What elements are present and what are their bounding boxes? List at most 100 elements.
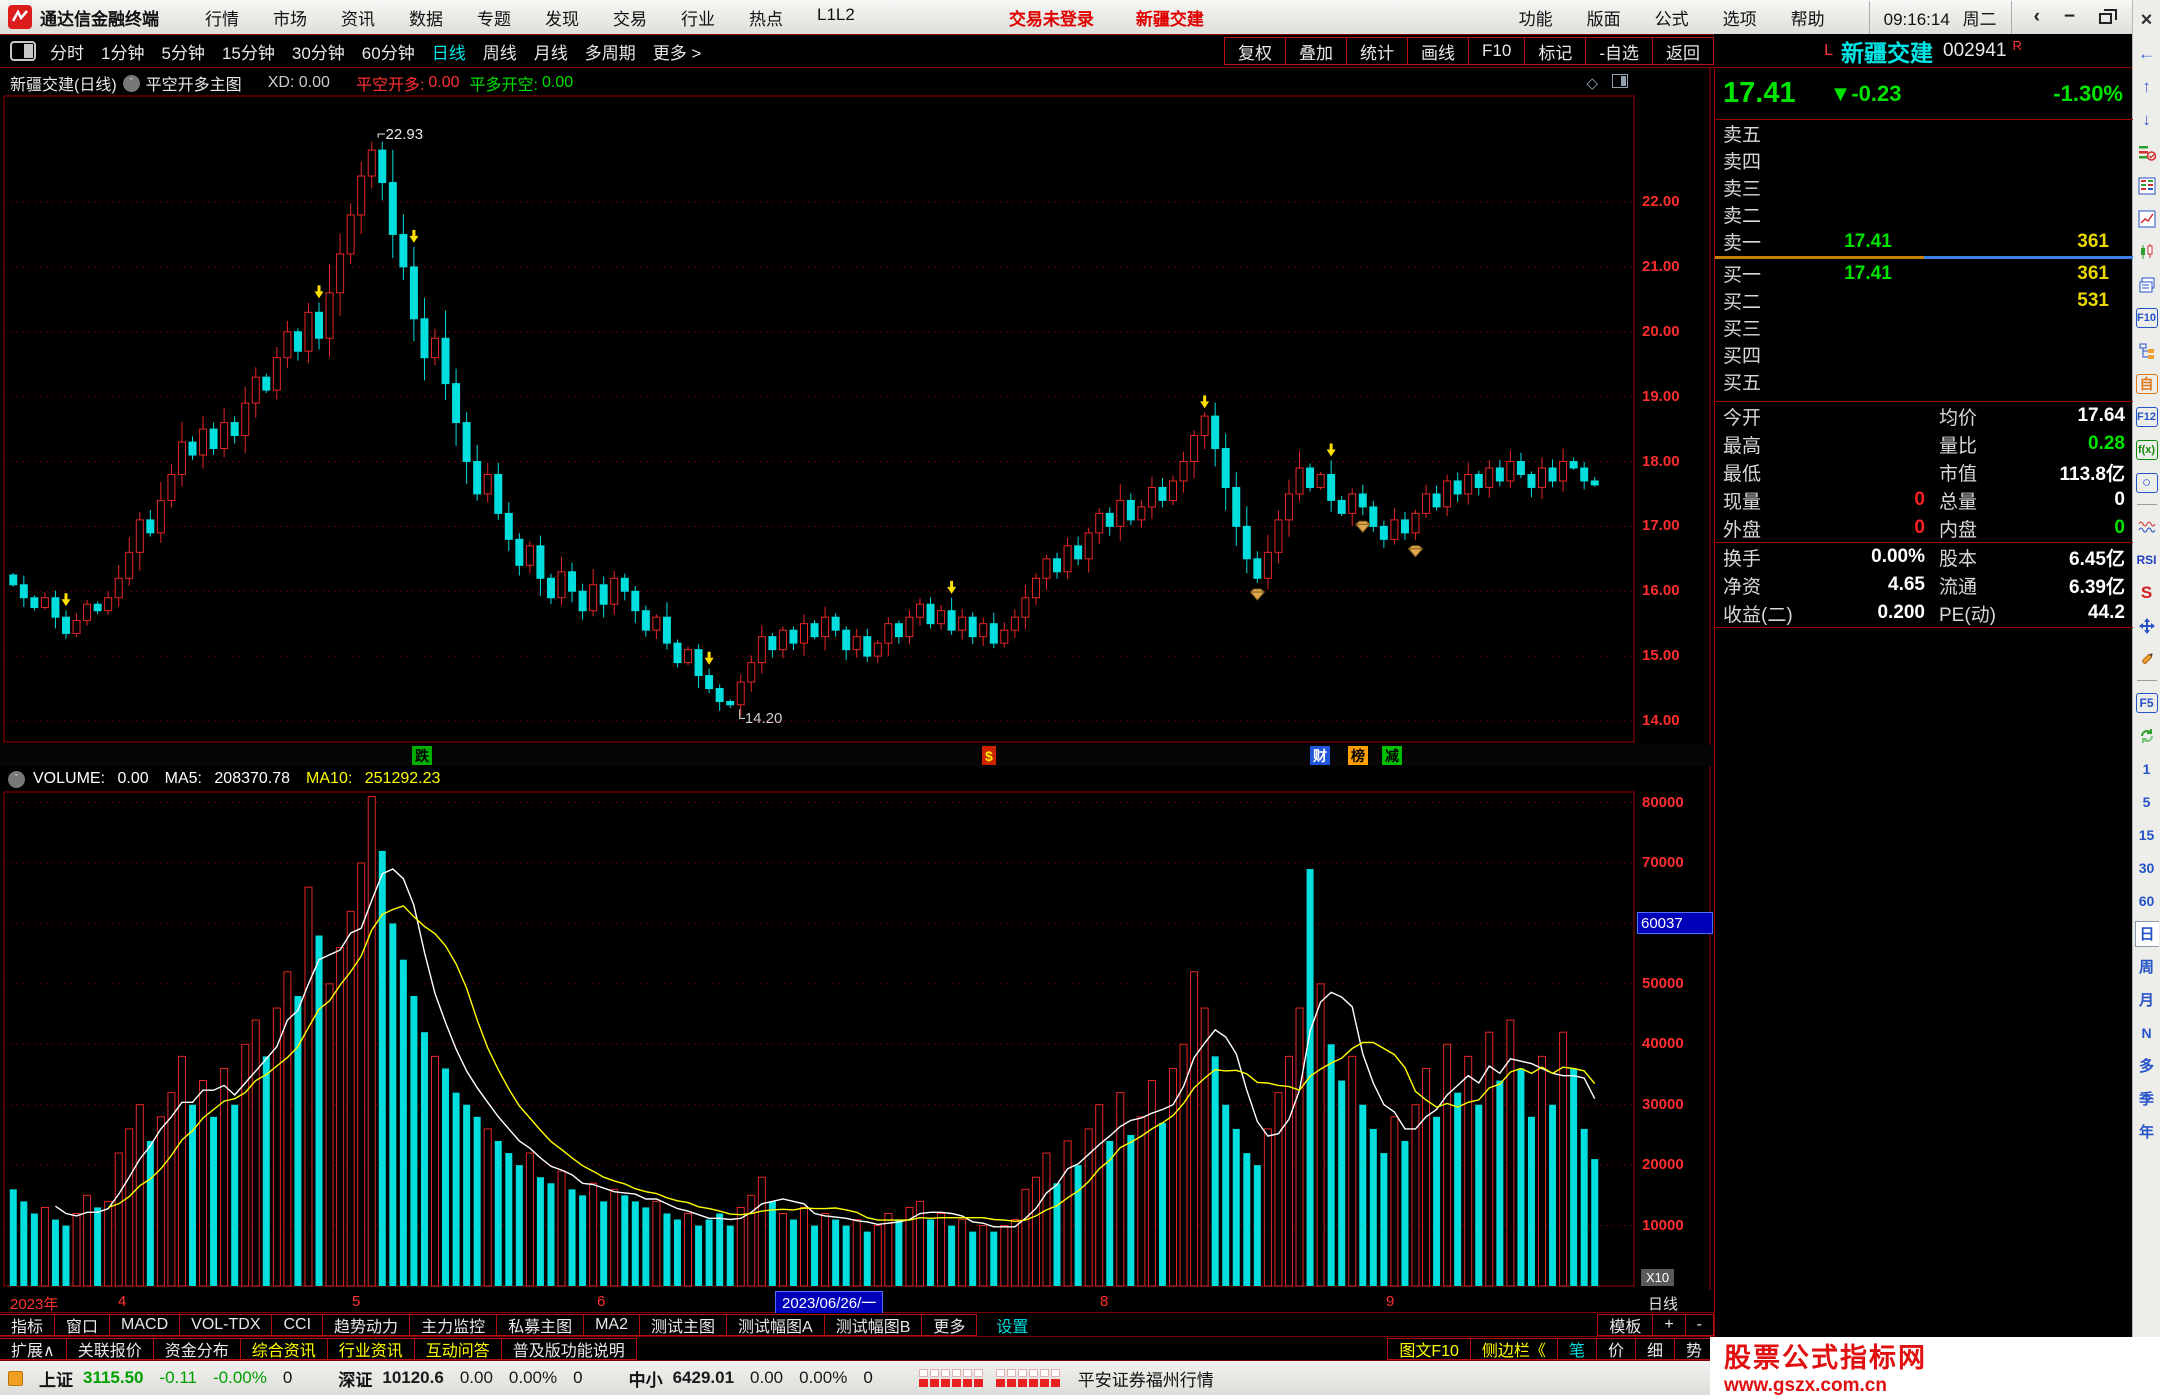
indicator-tab-5[interactable]: 趋势动力	[322, 1313, 411, 1336]
toolbar-button-2[interactable]: 统计	[1346, 37, 1409, 65]
info-right-tab-1[interactable]: 侧边栏《	[1469, 1337, 1558, 1360]
menu-item-2[interactable]: 资讯	[341, 5, 375, 30]
indicator-tab-11[interactable]: 测试幅图B	[823, 1313, 923, 1336]
menu-item-3[interactable]: 数据	[409, 5, 443, 30]
indicator-tab-9[interactable]: 测试主图	[639, 1313, 728, 1336]
toolbar-button-5[interactable]: 标记	[1524, 37, 1587, 65]
info-right-tab-5[interactable]: 势	[1673, 1337, 1714, 1360]
menu-item-1[interactable]: 市场	[273, 5, 307, 30]
scroll-down-icon[interactable]: ↓	[2135, 103, 2159, 136]
scroll-up-icon[interactable]: ↑	[2135, 70, 2159, 103]
period-5-icon[interactable]: 5	[2135, 785, 2159, 818]
kline-icon[interactable]	[2135, 235, 2159, 268]
menu-right-item-4[interactable]: 帮助	[1791, 5, 1825, 30]
info-right-tab-2[interactable]: 笔	[1556, 1337, 1597, 1360]
menu-item-4[interactable]: 专题	[477, 5, 511, 30]
indicator-tab-8[interactable]: MA2	[583, 1313, 640, 1336]
toolbar-button-3[interactable]: 画线	[1407, 37, 1470, 65]
candlestick-chart[interactable]	[0, 68, 1714, 745]
period-tab-4[interactable]: 30分钟	[292, 39, 345, 64]
period-multi-icon[interactable]: 多	[2135, 1049, 2159, 1082]
layout-split-icon[interactable]	[10, 41, 36, 61]
zoom-out-tab[interactable]: -	[1684, 1313, 1714, 1336]
period-tab-3[interactable]: 15分钟	[222, 39, 275, 64]
period-tab-5[interactable]: 60分钟	[362, 39, 415, 64]
menu-item-0[interactable]: 行情	[205, 5, 239, 30]
period-tab-8[interactable]: 月线	[534, 39, 568, 64]
tag-chip-跌[interactable]: 跌	[412, 746, 432, 765]
index-2[interactable]: 中小 6429.01 0.00 0.00% 0	[629, 1366, 889, 1391]
period-30-icon[interactable]: 30	[2135, 851, 2159, 884]
period-tab-7[interactable]: 周线	[483, 39, 517, 64]
indicator-tab-1[interactable]: 窗口	[54, 1313, 111, 1336]
indicator-tab-0[interactable]: 指标	[0, 1313, 56, 1336]
menu-right-item-0[interactable]: 功能	[1519, 5, 1553, 30]
date-label[interactable]: 2023/06/26/一	[775, 1291, 884, 1314]
fx-icon[interactable]: f(x)	[2135, 433, 2159, 466]
tag-chip-减[interactable]: 减	[1382, 746, 1402, 765]
restore-icon[interactable]	[2099, 8, 2117, 24]
f12-icon[interactable]: F12	[2135, 400, 2159, 433]
period-tab-0[interactable]: 分时	[50, 39, 84, 64]
menu-item-8[interactable]: 热点	[749, 5, 783, 30]
tag-chip-财[interactable]: 财	[1310, 746, 1330, 765]
period-n-icon[interactable]: N	[2135, 1016, 2159, 1049]
settings-tab[interactable]: 设置	[985, 1313, 1039, 1337]
stock-shortcut[interactable]: 新疆交建	[1136, 5, 1204, 30]
f5-icon[interactable]: F5	[2135, 686, 2159, 719]
info-right-tab-3[interactable]: 价	[1595, 1337, 1636, 1360]
refresh-icon[interactable]	[2135, 719, 2159, 752]
toolbar-button-6[interactable]: -自选	[1585, 37, 1653, 65]
date-axis[interactable]: 日线 2023年 4 5 6 2023/06/26/一 8 9	[0, 1290, 1714, 1314]
menu-right-item-3[interactable]: 选项	[1723, 5, 1757, 30]
quote-table-icon[interactable]	[2135, 169, 2159, 202]
period-tab-10[interactable]: 更多 >	[653, 39, 702, 64]
diamond-icon[interactable]: ◇	[1586, 74, 1598, 92]
indicator-tab-12[interactable]: 更多	[921, 1313, 978, 1336]
volume-dropdown-icon[interactable]: ˇ	[8, 770, 25, 788]
indicator-dropdown-icon[interactable]: ˇ	[122, 74, 140, 92]
period-tab-2[interactable]: 5分钟	[161, 39, 204, 64]
template-tab[interactable]: 模板	[1597, 1313, 1654, 1336]
zixuan-icon[interactable]: 自	[2135, 367, 2159, 400]
volume-pane[interactable]: ˇ VOLUME: 0.00 MA5: 208370.78 MA10: 2512…	[0, 766, 1714, 1290]
toolbar-button-4[interactable]: F10	[1468, 37, 1526, 65]
index-0[interactable]: 上证 3115.50 -0.11 -0.00% 0	[8, 1366, 308, 1391]
move-icon[interactable]	[2135, 609, 2159, 642]
volume-chart[interactable]	[0, 766, 1714, 1290]
tag-chip-$[interactable]: $	[982, 746, 996, 765]
toolbar-button-0[interactable]: 复权	[1224, 37, 1287, 65]
tree-icon[interactable]	[2135, 334, 2159, 367]
menu-item-7[interactable]: 行业	[681, 5, 715, 30]
zoom-in-tab[interactable]: +	[1652, 1313, 1686, 1336]
waves-icon[interactable]	[2135, 510, 2159, 543]
period-60-icon[interactable]: 60	[2135, 884, 2159, 917]
back-icon[interactable]: ←	[2135, 37, 2159, 70]
indicator-tab-4[interactable]: CCI	[271, 1313, 324, 1336]
indicator-tab-6[interactable]: 主力监控	[409, 1313, 498, 1336]
info-tab-1[interactable]: 关联报价	[65, 1337, 154, 1360]
info-right-tab-0[interactable]: 图文F10	[1387, 1337, 1471, 1360]
news-icon[interactable]	[2135, 268, 2159, 301]
minimize-icon[interactable]: −	[2052, 6, 2087, 28]
period-tab-1[interactable]: 1分钟	[101, 39, 144, 64]
period-tab-9[interactable]: 多周期	[585, 39, 636, 64]
tag-chip-榜[interactable]: 榜	[1348, 746, 1368, 765]
period-season-icon[interactable]: 季	[2135, 1082, 2159, 1115]
pane-split-icon[interactable]	[1612, 74, 1628, 88]
info-tab-4[interactable]: 行业资讯	[326, 1337, 415, 1360]
info-tab-5[interactable]: 互动问答	[413, 1337, 502, 1360]
trend-chart-icon[interactable]	[2135, 202, 2159, 235]
period-month-icon[interactable]: 月	[2135, 983, 2159, 1016]
period-1-icon[interactable]: 1	[2135, 752, 2159, 785]
menu-item-9[interactable]: L1L2	[817, 5, 855, 30]
menu-item-5[interactable]: 发现	[545, 5, 579, 30]
index-1[interactable]: 深证 10120.6 0.00 0.00% 0	[338, 1366, 598, 1391]
info-tab-6[interactable]: 普及版功能说明	[500, 1337, 637, 1360]
period-15-icon[interactable]: 15	[2135, 818, 2159, 851]
circle-icon[interactable]: ○	[2135, 466, 2159, 499]
indicator-tab-7[interactable]: 私募主图	[496, 1313, 585, 1336]
rsi-icon[interactable]: RSI	[2135, 543, 2159, 576]
menu-right-item-1[interactable]: 版面	[1587, 5, 1621, 30]
report-icon[interactable]	[2135, 136, 2159, 169]
